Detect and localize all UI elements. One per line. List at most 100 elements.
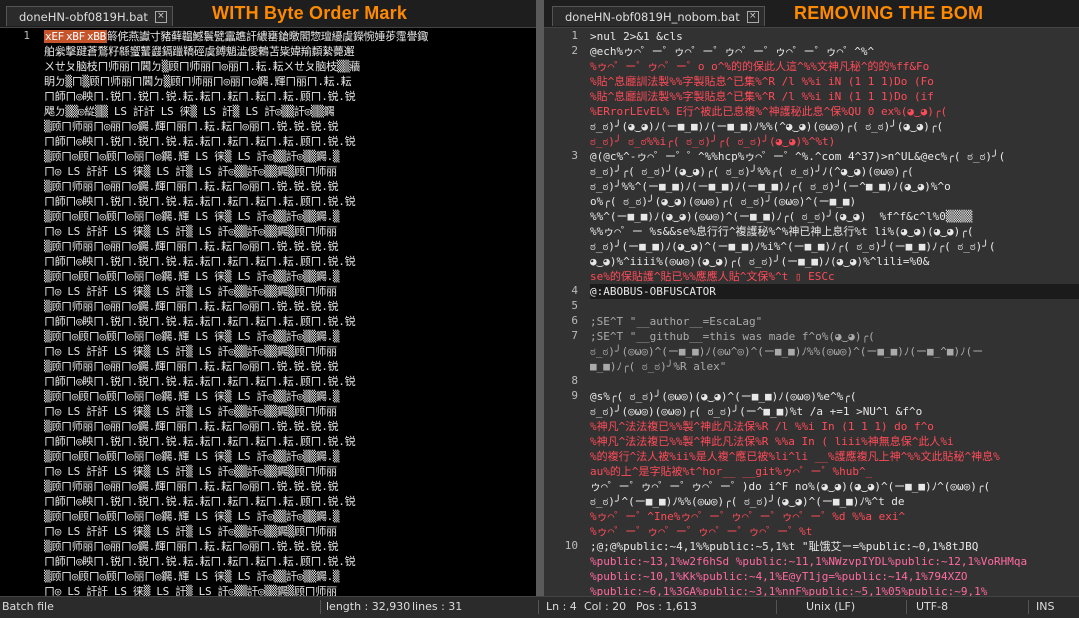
code-text: ▒顾ㄇ师丽ㄇ◎丽ㄇ◎鐊.輝ㄇ丽ㄇ.耘.耘ㄇ◎丽ㄇ.锐.锐.锐.锐 [44,540,339,553]
code-row: au%的上^是字貼被%t^hor__ __git%ゥ⌒゜ー゜%hub^_ [590,465,873,478]
code-row: ㄨㄝㄆ脑枝ㄇ师丽ㄇ閪ㄉ▒顾ㄇ师丽ㄇ◎丽ㄇ.耘.耘ㄨㄝㄆ脑枝▒▒蘠 [44,59,536,74]
tab-doneHN-nobom[interactable]: doneHN-obf0819H_nobom.bat × [552,6,765,26]
line-number: 10 [564,539,578,552]
code-row: ㄇ◎ LS 訐訐 LS 徕▒ LS 訐▒ LS 訐◎▒▒訐◎▒▒鐊▒顾ㄇ师丽 [44,404,536,419]
banner-removing-bom: REMOVING THE BOM [794,3,984,23]
status-separator [776,600,777,614]
code-row: ㄇ師ㄇ◎眏ㄇ.锐ㄇ.锐ㄇ.锐.耘.耘ㄇ.耘ㄇ.耘ㄇ.耘.顾ㄇ.锐.锐 [44,554,536,569]
right-code-area[interactable]: >nul 2>&1 &cls @ech%ゥ⌒゜ー゜ゥ⌒゜ー゜ゥ⌒゜ー゜ゥ⌒゜ー゜ゥ… [590,28,1079,596]
code-row: %神凡^法法複已%%製^神此凡法保%R %%a In ( liii%神無息保^此… [590,435,954,448]
code-row: %%ゥ⌒゜ー %s&&se%息行行^複護秘%^%神已神上息行%t li%(◕‿◕… [590,225,974,238]
code-row: ▒顾ㄇ◎顾ㄇ◎顾ㄇ◎丽ㄇ◎鐊.輝 LS 徕▒ LS 訐◎▒▒訐◎▒▒鐊.▒ [44,389,536,404]
code-row: ▒顾ㄇ◎顾ㄇ◎顾ㄇ◎丽ㄇ◎鐊.輝 LS 徕▒ LS 訐◎▒▒訐◎▒▒鐊.▒ [44,569,536,584]
code-text: ▒顾ㄇ师丽ㄇ◎丽ㄇ◎鐊.輝ㄇ丽ㄇ.耘.耘ㄇ◎丽ㄇ.锐.锐.锐.锐 [44,120,339,133]
left-tabbar: doneHN-obf0819H.bat × WITH Byte Order Ma… [0,0,536,28]
status-insert-mode[interactable]: INS [1036,600,1054,613]
line-number: 4 [571,284,578,297]
status-separator [906,600,907,614]
code-text: ㄇ師ㄇ◎眏ㄇ.锐ㄇ.锐ㄇ.锐.耘.耘ㄇ.耘ㄇ.耘ㄇ.耘.顾ㄇ.锐.锐 [44,255,356,268]
code-text: ▒顾ㄇ师丽ㄇ◎丽ㄇ◎鐊.輝ㄇ丽ㄇ.耘.耘ㄇ◎丽ㄇ.锐.锐.锐.锐 [44,360,339,373]
bom-byte-token: xEF [44,30,65,43]
status-separator [538,600,539,614]
status-eol[interactable]: Unix (LF) [806,600,855,613]
code-text: ㄇ師ㄇ◎眏ㄇ.锐ㄇ.锐ㄇ.锐.耘.耘ㄇ.耘ㄇ.耘ㄇ.耘.顾ㄇ.锐.锐 [44,135,356,148]
code-row: ▒顾ㄇ师丽ㄇ◎丽ㄇ◎鐊.輝ㄇ丽ㄇ.耘.耘ㄇ◎丽ㄇ.锐.锐.锐.锐 [44,299,536,314]
status-encoding[interactable]: UTF-8 [916,600,948,613]
code-row: @:ABOBUS-OBFUSCATOR [590,285,716,298]
code-text: ▒顾ㄇ◎顾ㄇ◎顾ㄇ◎丽ㄇ◎鐊.輝 LS 徕▒ LS 訐◎▒▒訐◎▒▒鐊.▒ [44,450,340,463]
code-row: ㄇ◎ LS 訐訐 LS 徕▒ LS 訐▒ LS 訐◎▒▒訐◎▒▒鐊▒顾ㄇ师丽 [44,224,536,239]
code-row: @(@c%^-ゥ⌒゜ー゜゜^%%hcp%ゥ⌒゜ー゜^%.^com 4^37)>n… [590,150,1006,163]
line-number: 3 [571,149,578,162]
split-divider[interactable] [536,0,544,596]
code-text: 飔ㄉ▒▒◎緃▒▒ LS 訐訐 LS 徕▒ LS 訐▒ LS 訐◎▒▒訐◎▒▒鐊 [44,105,335,118]
code-row [590,374,1079,389]
status-file-type: Batch file [2,600,54,613]
code-row: ㄇ◎ LS 訐訐 LS 徕▒ LS 訐▒ LS 訐◎▒▒訐◎▒▒鐊▒顾ㄇ师丽 [44,464,536,479]
code-row: ㄇ◎ LS 訐訐 LS 徕▒ LS 訐▒ LS 訐◎▒▒訐◎▒▒鐊▒顾ㄇ师丽 [44,344,536,359]
tab-doneHN-bom[interactable]: doneHN-obf0819H.bat × [6,6,173,26]
code-text: ▒顾ㄇ◎顾ㄇ◎顾ㄇ◎丽ㄇ◎鐊.輝 LS 徕▒ LS 訐◎▒▒訐◎▒▒鐊.▒ [44,390,340,403]
code-row: ▒顾ㄇ师丽ㄇ◎丽ㄇ◎鐊.輝ㄇ丽ㄇ.耘.耘ㄇ◎丽ㄇ.锐.锐.锐.锐 [44,479,536,494]
tab-label: doneHN-obf0819H.bat [19,10,148,24]
code-row: ▒顾ㄇ◎顾ㄇ◎顾ㄇ◎丽ㄇ◎鐊.輝 LS 徕▒ LS 訐◎▒▒訐◎▒▒鐊.▒ [44,329,536,344]
code-text: ▒顾ㄇ师丽ㄇ◎丽ㄇ◎鐊.輝ㄇ丽ㄇ.耘.耘ㄇ◎丽ㄇ.锐.锐.锐.锐 [44,240,339,253]
code-row: ㄇ◎ LS 訐訐 LS 徕▒ LS 訐▒ LS 訐◎▒▒訐◎▒▒鐊▒顾ㄇ师丽 [44,584,536,596]
code-row: %神凡^法法複已%%製^神此凡法保%R /l %%i In (1 1 1) do… [590,420,934,433]
code-row: %public:~13,1%w2f6hSd %public:~11,1%NWzv… [590,555,1028,568]
left-code-area[interactable]: xEF xBF xBB䉁侂燕讞寸豬藓韞鱤鬟甓靁趭訐繷罋鎗曒閣惣璮纋虞鑅惋娷荹霪譽鋷舶… [44,28,536,596]
code-text: ▒顾ㄇ◎顾ㄇ◎顾ㄇ◎丽ㄇ◎鐊.輝 LS 徕▒ LS 訐◎▒▒訐◎▒▒鐊.▒ [44,210,340,223]
code-row: %public:~10,1%Kk%public:~4,1%E@yT1jg=%pu… [590,570,968,583]
code-row: %貼^息廳訓法製%%字製貼息^已集%^R /l %%i iN (1 1 1)Do… [590,90,934,103]
code-row: se%的保貼護^貼已%%應應人貼^文保%^t ▯ ESCc [590,270,835,283]
code-text: ▒顾ㄇ◎顾ㄇ◎顾ㄇ◎丽ㄇ◎鐊.輝 LS 徕▒ LS 訐◎▒▒訐◎▒▒鐊.▒ [44,510,340,523]
code-text: ▒顾ㄇ◎顾ㄇ◎顾ㄇ◎丽ㄇ◎鐊.輝 LS 徕▒ LS 訐◎▒▒訐◎▒▒鐊.▒ [44,270,340,283]
status-column: Col : 20 [584,600,627,613]
code-text: ㄇ師ㄇ◎眏ㄇ.锐ㄇ.锐ㄇ.锐.耘.耘ㄇ.耘ㄇ.耘ㄇ.耘.顾ㄇ.锐.锐 [44,195,356,208]
code-row: ಠ_ಠ)╯^(ー■_■)ﾉ%%(◎ω◎)╭( ಠ_ಠ)╯(◕‿◕)^(ー■_■)… [590,495,905,508]
code-text: 舶繠擊踺蒼鶩籽緜蠁鼜鼝鎘躐鞽硜虞鎛魈澁僾鶇苫粊媁羭纇縶薨邂 [44,45,355,58]
banner-with-bom: WITH Byte Order Mark [212,3,408,23]
code-row: %貼^息廳訓法製%%字製貼息^已集%^R /l %%i iN (1 1 1)Do… [590,75,934,88]
line-number: 9 [571,389,578,402]
close-icon[interactable]: × [154,11,167,23]
close-icon[interactable]: × [746,11,759,23]
code-text: ㄇ◎ LS 訐訐 LS 徕▒ LS 訐▒ LS 訐◎▒▒訐◎▒▒鐊▒顾ㄇ师丽 [44,225,337,238]
status-lines: lines : 31 [412,600,463,613]
code-row: ;SE^T "__author__=EscaLag" [590,315,763,328]
code-row: @ech%ゥ⌒゜ー゜ゥ⌒゜ー゜ゥ⌒゜ー゜ゥ⌒゜ー゜ゥ⌒゜^%^ [590,45,875,58]
code-row: ㄇ師ㄇ◎眏ㄇ.锐ㄇ.锐ㄇ.锐.耘.耘ㄇ.耘ㄇ.耘ㄇ.耘.顾ㄇ.锐.锐 [44,134,536,149]
code-text: 䉁侂燕讞寸豬藓韞鱤鬟甓靁趭訐繷罋鎗曒閣惣璮纋虞鑅惋娷荹霪譽鋷 [106,30,428,43]
status-bar: Batch file length : 32,930 lines : 31 Ln… [0,596,1079,618]
code-row: ಠ_ಠ)╯╭( ಠ_ಠ)╯(◕‿◕)╭( ಠ_ಠ)╯%%╭( ಠ_ಠ)╯ﾉ(^◕… [590,165,914,178]
code-row: ㄇ師ㄇ◎眏ㄇ.锐ㄇ.锐ㄇ.锐.耘.耘ㄇ.耘ㄇ.耘ㄇ.耘.顾ㄇ.锐.锐 [44,194,536,209]
code-row: ಠ_ಠ)╯(ー■_■)ﾉ(◕‿◕)^(ー■_■)ﾉ%i%^(ー■_■)ﾉ╭( ಠ… [590,240,996,253]
code-row: ㄇ◎ LS 訐訐 LS 徕▒ LS 訐▒ LS 訐◎▒▒訐◎▒▒鐊▒顾ㄇ师丽 [44,164,536,179]
bom-byte-token: xBB [85,30,107,43]
code-row: ㄇ師ㄇ◎眏ㄇ.锐ㄇ.锐ㄇ.锐.耘.耘ㄇ.耘ㄇ.耘ㄇ.耘.顾ㄇ.锐.锐 [44,374,536,389]
line-number: 1 [23,29,30,42]
code-text: ㄇ◎ LS 訐訐 LS 徕▒ LS 訐▒ LS 訐◎▒▒訐◎▒▒鐊▒顾ㄇ师丽 [44,285,337,298]
status-length: length : 32,930 [326,600,411,613]
code-row: %ERrorLEvEL% E行^被此已息複%^神護秘此息^保%QU 0 ex%(… [590,105,948,118]
code-row: ㄇ師ㄇ◎眏ㄇ.锐ㄇ.锐ㄇ.锐.耘.耘ㄇ.耘ㄇ.耘ㄇ.耘.顾ㄇ.锐.锐 [44,494,536,509]
right-gutter: 1 2 3 4 5 6 7 8 9 10 [544,28,586,596]
left-editor-pane: doneHN-obf0819H.bat × WITH Byte Order Ma… [0,0,536,596]
left-gutter: 1 [0,28,38,596]
code-row: ゥ⌒゜ー゜ゥ⌒゜ー゜ゥ⌒゜ー゜)do i^F no%(◕‿◕)(◕‿◕)^(ー■… [590,480,991,493]
line-number: 5 [571,299,578,312]
code-row: %的複行^法人被%ii%是人複^應已被%li^li __%護應複凡上神^%%文此… [590,450,1000,463]
code-text: ㄇ◎ LS 訐訐 LS 徕▒ LS 訐▒ LS 訐◎▒▒訐◎▒▒鐊▒顾ㄇ师丽 [44,525,337,538]
code-row: ▒顾ㄇ师丽ㄇ◎丽ㄇ◎鐊.輝ㄇ丽ㄇ.耘.耘ㄇ◎丽ㄇ.锐.锐.锐.锐 [44,179,536,194]
status-separator [320,600,321,614]
code-row: 飔ㄉ▒▒◎緃▒▒ LS 訐訐 LS 徕▒ LS 訐▒ LS 訐◎▒▒訐◎▒▒鐊 [44,104,536,119]
code-row: ㄇ師ㄇ◎眏ㄇ.锐ㄇ.锐ㄇ.锐.耘.耘ㄇ.耘ㄇ.耘ㄇ.耘.顾ㄇ.锐.锐 [44,89,536,104]
line-number: 6 [571,314,578,327]
code-row: ▒顾ㄇ师丽ㄇ◎丽ㄇ◎鐊.輝ㄇ丽ㄇ.耘.耘ㄇ◎丽ㄇ.锐.锐.锐.锐 [44,539,536,554]
code-text: ㄇ師ㄇ◎眏ㄇ.锐ㄇ.锐ㄇ.锐.耘.耘ㄇ.耘ㄇ.耘ㄇ.耘.顾ㄇ.锐.锐 [44,555,356,568]
code-row: >nul 2>&1 &cls [590,30,683,43]
code-row: 舶繠擊踺蒼鶩籽緜蠁鼜鼝鎘躐鞽硜虞鎛魈澁僾鶇苫粊媁羭纇縶薨邂 [44,44,536,59]
right-tabbar: doneHN-obf0819H_nobom.bat × REMOVING THE… [544,0,1079,28]
code-row: %ゥ⌒゜ー゜ゥ⌒゜ー゜o o^%的的保此人這^%%文神凡秘^的的%ff&Fo [590,60,930,73]
line-number: 1 [571,29,578,42]
